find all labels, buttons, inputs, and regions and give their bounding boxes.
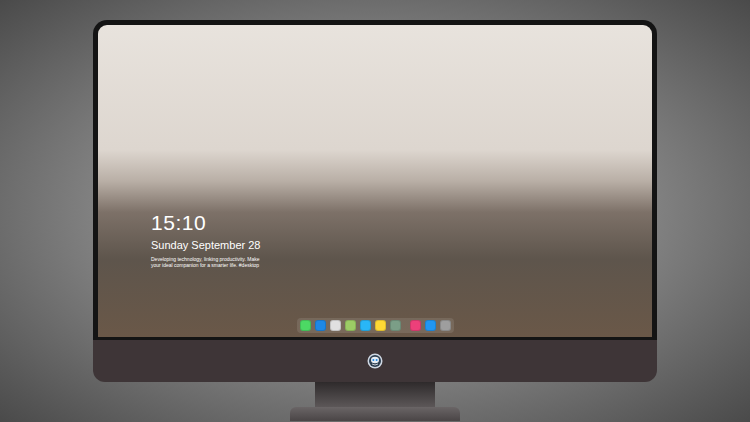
clock-date: Sunday September 28 <box>151 238 260 252</box>
caption-line: Developing technology, linking productiv… <box>151 256 260 262</box>
dock-app-icon[interactable] <box>300 320 311 331</box>
clock-caption: Developing technology, linking productiv… <box>151 256 260 268</box>
dock-group <box>410 320 451 331</box>
dock-group <box>300 320 401 331</box>
monitor-bezel: 15:10 Sunday September 28 Developing techn… <box>93 20 657 340</box>
clock-widget: 15:10 Sunday September 28 Developing techn… <box>151 211 260 268</box>
page: 15:10 Sunday September 28 Developing techn… <box>0 0 750 422</box>
monitor-chin <box>93 340 657 382</box>
dock-app-icon[interactable] <box>315 320 326 331</box>
dock-app-icon[interactable] <box>425 320 436 331</box>
clock-time: 15:10 <box>151 211 260 235</box>
dock-app-icon[interactable] <box>375 320 386 331</box>
monitor-stand-base <box>290 407 460 421</box>
dock-app-icon[interactable] <box>440 320 451 331</box>
desktop-screen: 15:10 Sunday September 28 Developing techn… <box>98 25 652 337</box>
dock-app-icon[interactable] <box>360 320 371 331</box>
caption-line: your ideal companion for a smarter life.… <box>151 262 260 268</box>
dock-app-icon[interactable] <box>410 320 421 331</box>
monitor: 15:10 Sunday September 28 Developing techn… <box>93 20 657 382</box>
dock-app-icon[interactable] <box>345 320 356 331</box>
dock <box>98 318 652 333</box>
logo-icon <box>367 353 383 369</box>
dock-app-icon[interactable] <box>390 320 401 331</box>
dock-app-icon[interactable] <box>330 320 341 331</box>
monitor-stand-neck <box>315 382 435 407</box>
